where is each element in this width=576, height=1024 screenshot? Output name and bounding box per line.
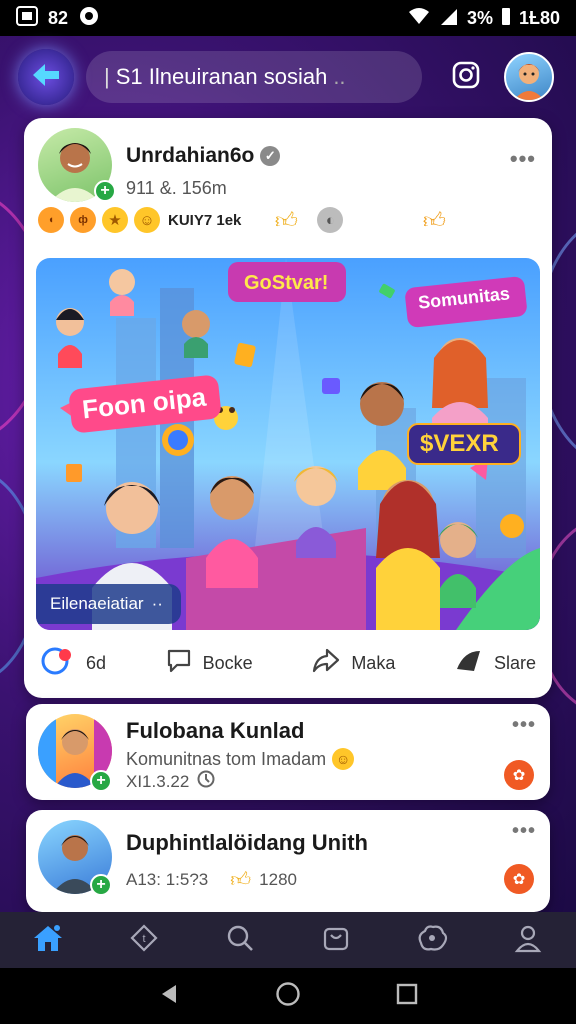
share-arrow-icon (311, 647, 341, 680)
like-count: 1280 (259, 870, 297, 889)
add-friend-badge[interactable]: + (94, 180, 116, 202)
profile-icon (513, 923, 543, 958)
clock-icon (197, 770, 215, 793)
post-header: + Unrdahian6o ✓ 911 &. 156m ••• (36, 128, 540, 208)
post-actions: 6d Bocke Maka Slare (36, 638, 540, 688)
action-badge-icon[interactable]: ✿ (504, 760, 534, 790)
comment-bubble-icon (40, 646, 76, 681)
more-options-button[interactable]: ••• (512, 714, 536, 737)
nav-shop[interactable] (312, 916, 360, 964)
wifi-icon (407, 6, 431, 31)
smile-icon: ☺ (332, 748, 355, 770)
nav-home[interactable] (24, 916, 72, 964)
signal-icon (439, 7, 459, 30)
nav-tags[interactable]: t (120, 916, 168, 964)
system-back-icon[interactable] (158, 983, 180, 1010)
chat-label: Bocke (202, 652, 253, 673)
profile-avatar[interactable] (504, 52, 554, 102)
comment-count: 6d (86, 652, 107, 673)
bottom-nav: t (0, 912, 576, 968)
post-timestamp: 911 &. 156m (126, 178, 227, 198)
item-date: XI1.3.22 (126, 771, 190, 791)
author-name[interactable]: Unrdahian6o (126, 144, 254, 168)
system-home-icon[interactable] (275, 981, 301, 1012)
sign-top: GoStvar! (244, 272, 329, 294)
item-subtitle: Komunitnas tom Imadam (126, 748, 327, 769)
add-friend-badge[interactable]: + (90, 770, 112, 792)
item-title: Duphintlalöidang Unith (126, 830, 368, 855)
clock: 1Ƚ80 (518, 7, 560, 28)
sign-mid: $VEXR (420, 430, 499, 457)
caption-text: Eilenaeiatiar (50, 594, 144, 613)
thumbs-up-icon: 👍︎ (230, 869, 252, 891)
instagram-icon (452, 61, 480, 94)
sim-icon (16, 5, 38, 31)
reaction-row: ◖ ф ★ ☺ KUIY7 1ek 👍︎ ◐ 👍︎ (38, 202, 538, 238)
share-label: Maka (351, 652, 396, 673)
nav-community[interactable] (408, 916, 456, 964)
instagram-button[interactable] (446, 57, 486, 97)
more-options-button[interactable]: ••• (512, 820, 536, 843)
nav-profile[interactable] (504, 916, 552, 964)
back-arrow-icon (31, 62, 61, 93)
star-reaction-icon[interactable]: ★ (102, 207, 128, 233)
chat-icon (165, 647, 193, 680)
notification-icon (78, 5, 100, 32)
post-image[interactable]: GoStvar! Somunitas Foon oipa $VEXR Eilen… (36, 258, 540, 630)
item-title: Fulobana Kunlad (126, 718, 305, 743)
search-suffix: .. (333, 64, 346, 89)
search-icon (225, 923, 255, 958)
flame-reaction-icon[interactable]: ◖ (38, 207, 64, 233)
svg-text:t: t (142, 933, 145, 945)
like-hand-icon[interactable]: 👍︎ (421, 207, 447, 233)
home-icon (31, 923, 65, 958)
item-meta-row: XI1.3.22 (126, 770, 215, 793)
thumbs-up-icon[interactable]: 👍︎ (273, 207, 299, 233)
sim-label: 82 (48, 7, 69, 28)
chat-button[interactable]: Bocke (165, 647, 253, 680)
item-date: A13: 1:5?3 (126, 870, 209, 889)
image-caption[interactable]: Eilenaeiatiar ·· (36, 584, 181, 624)
reaction-label: KUIY7 1ek (168, 211, 242, 229)
battery-level: 3% (466, 7, 493, 28)
text-cursor: | (104, 64, 110, 89)
author-name-row: Unrdahian6o ✓ (126, 144, 281, 168)
tag-icon: t (129, 923, 159, 958)
more-options-button[interactable]: ••• (510, 146, 536, 172)
megaphone-icon[interactable]: ◐ (317, 207, 344, 233)
search-input[interactable]: | S1 Ilneuiranan sosiah .. (86, 51, 422, 103)
verified-icon: ✓ (260, 146, 281, 166)
list-item[interactable]: + Fulobana Kunlad Komunitnas tom Imadam … (26, 704, 550, 800)
status-bar: 82 3% 1Ƚ80 (0, 0, 576, 36)
smile-reaction-icon[interactable]: ☺ (134, 207, 160, 233)
system-nav (0, 968, 576, 1024)
system-recents-icon[interactable] (396, 983, 418, 1010)
back-button[interactable] (18, 49, 74, 105)
send-label: Slare (493, 652, 536, 673)
comment-count-button[interactable]: 6d (40, 646, 106, 681)
top-bar: | S1 Ilneuiranan sosiah .. (0, 36, 576, 118)
shop-bag-icon (321, 923, 351, 958)
item-subtitle-row: Komunitnas tom Imadam ☺ (126, 748, 360, 770)
send-icon (454, 647, 484, 680)
battery-icon (501, 6, 511, 31)
send-button[interactable]: Slare (454, 647, 536, 680)
community-icon (415, 923, 449, 958)
post-card: + Unrdahian6o ✓ 911 &. 156m ••• ◖ ф ★ ☺ … (24, 118, 552, 698)
action-badge-icon[interactable]: ✿ (504, 864, 534, 894)
search-text: S1 Ilneuiranan sosiah (115, 64, 328, 89)
fire-badge-icon[interactable]: ф (70, 207, 96, 233)
share-button[interactable]: Maka (311, 647, 395, 680)
add-friend-badge[interactable]: + (90, 874, 112, 896)
item-meta-row: A13: 1:5?3 👍︎ 1280 (126, 868, 297, 892)
nav-search[interactable] (216, 916, 264, 964)
caption-dots: ·· (151, 594, 163, 613)
list-item[interactable]: + Duphintlalöidang Unith A13: 1:5?3 👍︎ 1… (26, 810, 550, 912)
